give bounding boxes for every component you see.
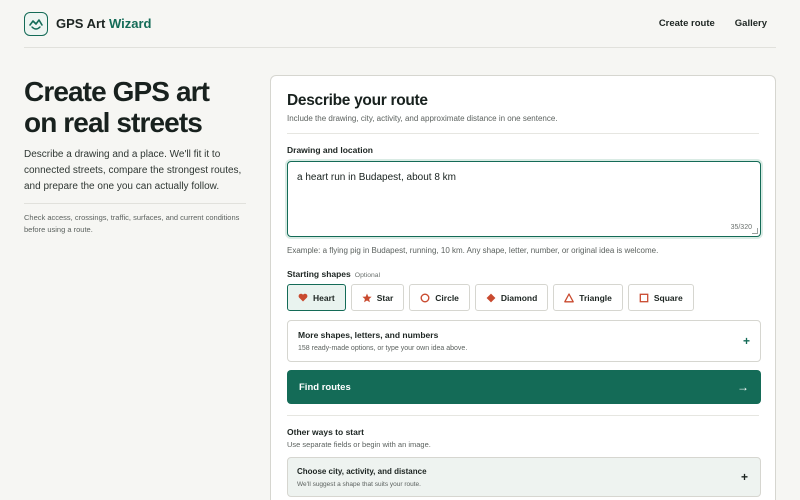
shape-chip-label: Square [653, 292, 683, 303]
starting-shapes-label: Starting shapes Optional [287, 269, 380, 279]
brand-prefix: GPS Art [56, 16, 106, 31]
choose-title: Choose city, activity, and distance [297, 467, 427, 476]
optional-tag: Optional [354, 272, 381, 279]
brand-name[interactable]: GPS Art Wizard [56, 16, 151, 31]
form-subtitle: Include the drawing, city, activity, and… [287, 114, 558, 123]
more-shapes-subtitle: 158 ready-made options, or type your own… [298, 345, 468, 352]
choose-city-activity-expander[interactable]: Choose city, activity, and distance We'l… [287, 457, 761, 497]
shape-chip-label: Triangle [579, 292, 612, 303]
route-form-card: Describe your route Include the drawing,… [270, 75, 776, 500]
find-routes-label: Find routes [299, 381, 351, 393]
shape-chip-label: Star [376, 292, 394, 303]
other-ways-title: Other ways to start [287, 427, 364, 437]
brand-accent: Wizard [108, 16, 152, 31]
hero-divider [24, 203, 246, 204]
circle-icon [420, 293, 430, 303]
shape-chip-diamond[interactable]: Diamond [474, 284, 549, 311]
shape-chips: Heart Star Circle Diamond Triangle Squar… [287, 284, 694, 311]
shape-chip-label: Heart [313, 292, 335, 303]
safety-note: Check access, crossings, traffic, surfac… [24, 213, 240, 234]
star-icon [362, 293, 372, 303]
starting-shapes-title: Starting shapes [287, 269, 351, 279]
heart-icon [298, 293, 308, 303]
shape-chip-circle[interactable]: Circle [409, 284, 470, 311]
hero-intro: Describe a drawing and a place. We'll fi… [24, 149, 242, 192]
shape-chip-square[interactable]: Square [627, 284, 694, 311]
shape-chip-label: Diamond [500, 292, 538, 303]
nav-gallery[interactable]: Gallery [735, 18, 767, 29]
shape-chip-star[interactable]: Star [350, 284, 405, 311]
plus-icon[interactable]: + [743, 334, 750, 348]
form-title: Describe your route [287, 92, 428, 109]
triangle-icon [564, 292, 575, 303]
shape-chip-triangle[interactable]: Triangle [553, 284, 623, 311]
arrow-right-icon: → [737, 380, 749, 394]
shape-chip-heart[interactable]: Heart [287, 284, 346, 311]
drawing-location-value[interactable]: a heart run in Budapest, about 8 km [297, 172, 456, 183]
find-routes-button[interactable]: Find routes → [287, 370, 761, 404]
plus-icon[interactable]: + [741, 470, 748, 484]
shape-chip-label: Circle [435, 292, 459, 303]
choose-subtitle: We'll suggest a shape that suits your ro… [297, 481, 421, 488]
drawing-location-label: Drawing and location [287, 145, 373, 155]
resize-handle[interactable] [752, 228, 758, 234]
diamond-icon [486, 293, 496, 303]
page-title: Create GPS art on real streets [24, 76, 210, 138]
main-nav: Create route Gallery [659, 18, 776, 29]
other-ways-subtitle: Use separate fields or begin with an ima… [287, 440, 431, 449]
hero-section: Create GPS art on real streets Describe … [24, 76, 246, 236]
section-divider [287, 415, 759, 416]
more-shapes-title: More shapes, letters, and numbers [298, 330, 439, 340]
example-hint: Example: a flying pig in Budapest, runni… [287, 246, 659, 255]
form-divider [287, 133, 759, 134]
character-counter: 35/320 [730, 224, 752, 231]
top-bar: GPS Art Wizard Create route Gallery [24, 0, 776, 48]
map-heart-icon[interactable] [24, 11, 48, 36]
square-icon [639, 293, 649, 303]
nav-create-route[interactable]: Create route [659, 18, 715, 29]
more-shapes-expander[interactable]: More shapes, letters, and numbers 158 re… [287, 320, 761, 362]
drawing-location-input[interactable]: a heart run in Budapest, about 8 km 35/3… [287, 161, 761, 237]
